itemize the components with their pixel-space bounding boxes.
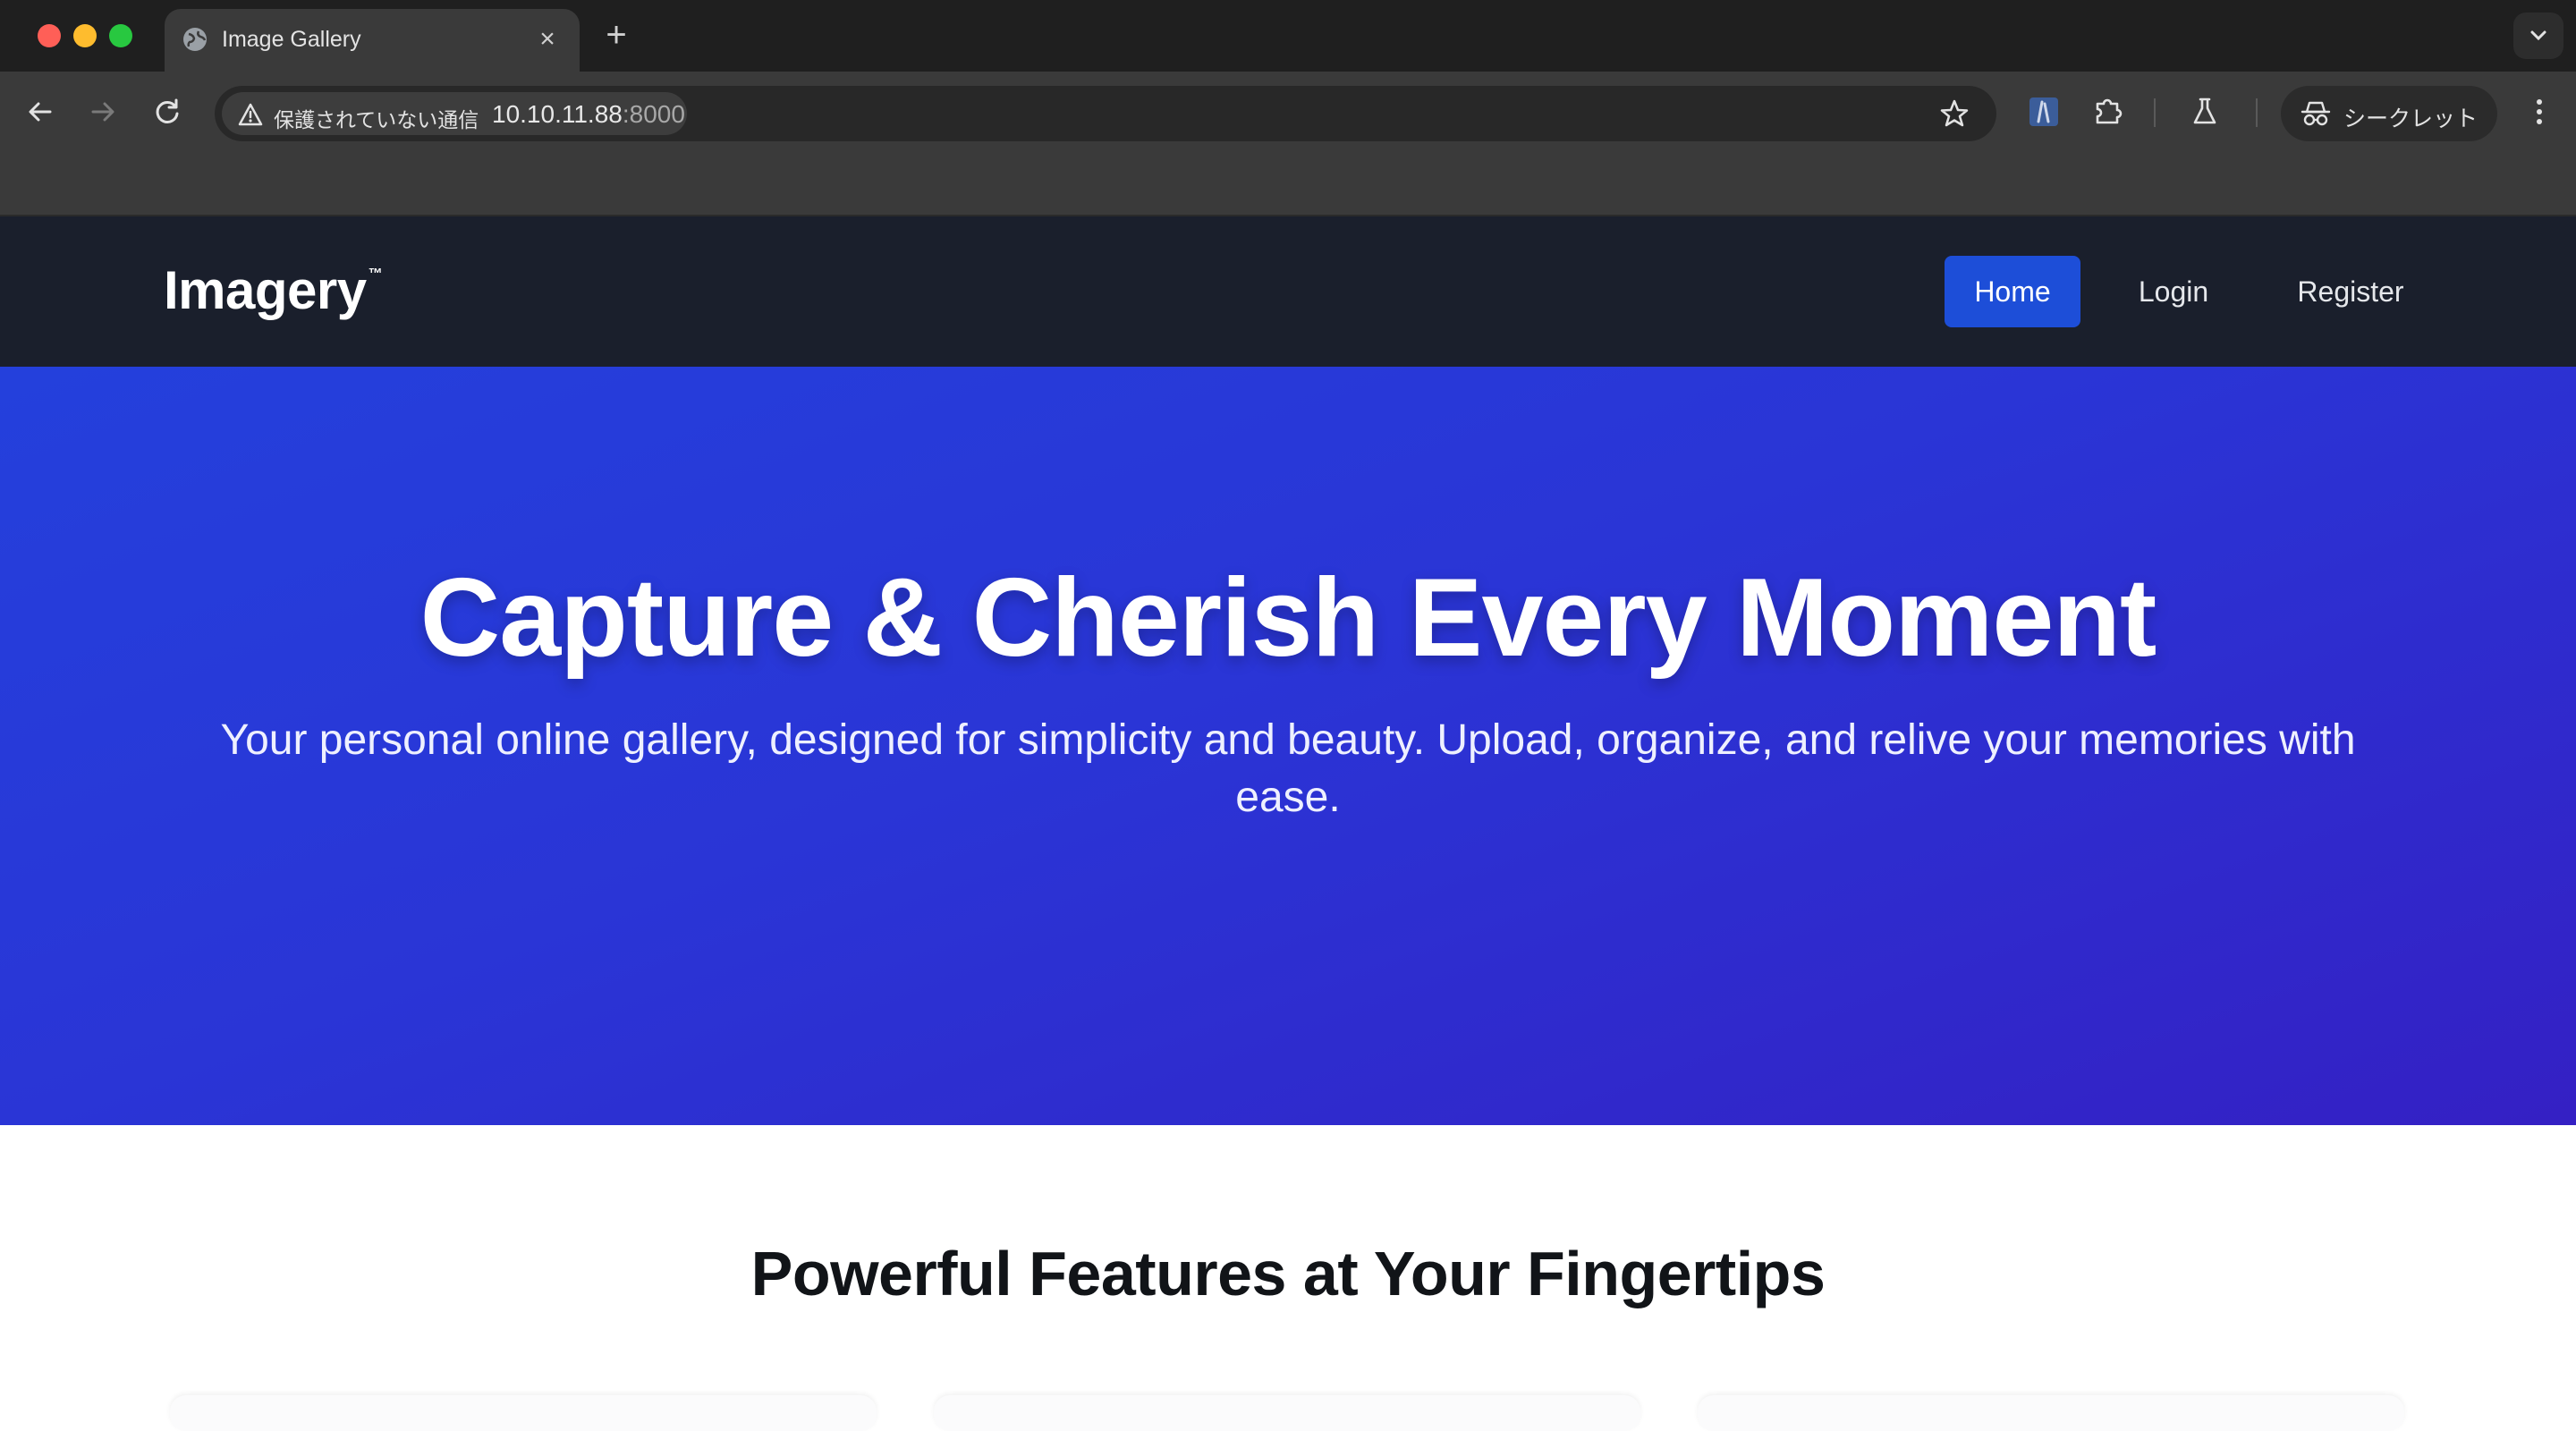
toolbar-separator: [2154, 98, 2156, 127]
maximize-window-button[interactable]: [109, 24, 132, 47]
warning-icon: [238, 103, 263, 126]
incognito-indicator[interactable]: シークレット: [2281, 86, 2497, 141]
brand-logo[interactable]: Imagery ™: [164, 259, 383, 321]
incognito-label: シークレット: [2343, 106, 2479, 131]
browser-tab[interactable]: Image Gallery ×: [165, 9, 580, 72]
forward-arrow-icon[interactable]: [84, 93, 122, 131]
translate-extension-icon[interactable]: [2025, 93, 2063, 131]
browser-toolbar: 保護されていない通信 10.10.11.88:8000 シークレット: [0, 72, 2576, 152]
url-host: 10.10.11.88: [492, 100, 623, 128]
hero-section: Capture & Cherish Every Moment Your pers…: [0, 367, 2576, 1125]
site-header: Imagery ™ Home Login Register: [0, 216, 2576, 367]
nav-login-link[interactable]: Login: [2114, 256, 2233, 327]
reload-icon[interactable]: [148, 93, 186, 131]
tab-search-button[interactable]: [2513, 13, 2563, 59]
trademark-mark: ™: [368, 267, 383, 282]
hero-subtitle: Your personal online gallery, designed f…: [220, 716, 2356, 821]
security-label: 保護されていない通信: [274, 109, 479, 132]
minimize-window-button[interactable]: [73, 24, 97, 47]
labs-flask-icon[interactable]: [2186, 93, 2224, 131]
url-text[interactable]: 10.10.11.88:8000: [492, 100, 685, 129]
incognito-icon: [2301, 101, 2331, 126]
nav-register-link[interactable]: Register: [2272, 256, 2429, 327]
features-heading: Powerful Features at Your Fingertips: [750, 1239, 1826, 1308]
close-window-button[interactable]: [38, 24, 61, 47]
more-options-icon[interactable]: [2521, 93, 2558, 131]
hero-title: Capture & Cherish Every Moment: [419, 556, 2157, 680]
bookmark-star-icon[interactable]: [1939, 98, 1970, 129]
bookmarks-bar: [0, 152, 2576, 216]
toolbar-separator: [2256, 98, 2258, 127]
tab-close-icon[interactable]: ×: [531, 23, 564, 55]
feature-card: [170, 1395, 877, 1431]
globe-icon: [183, 28, 207, 51]
feature-card: [934, 1395, 1640, 1431]
browser-tab-bar: Image Gallery × +: [0, 0, 2576, 72]
address-bar[interactable]: 保護されていない通信 10.10.11.88:8000: [215, 86, 1996, 141]
tab-title: Image Gallery: [222, 27, 361, 52]
chevron-down-icon: [2530, 30, 2546, 41]
extensions-puzzle-icon[interactable]: [2089, 93, 2127, 131]
feature-card: [1698, 1395, 2404, 1431]
brand-name: Imagery: [164, 260, 367, 320]
new-tab-button[interactable]: +: [597, 16, 635, 54]
back-arrow-icon[interactable]: [21, 93, 59, 131]
url-port: :8000: [622, 100, 685, 128]
nav-home-link[interactable]: Home: [1945, 256, 2080, 327]
